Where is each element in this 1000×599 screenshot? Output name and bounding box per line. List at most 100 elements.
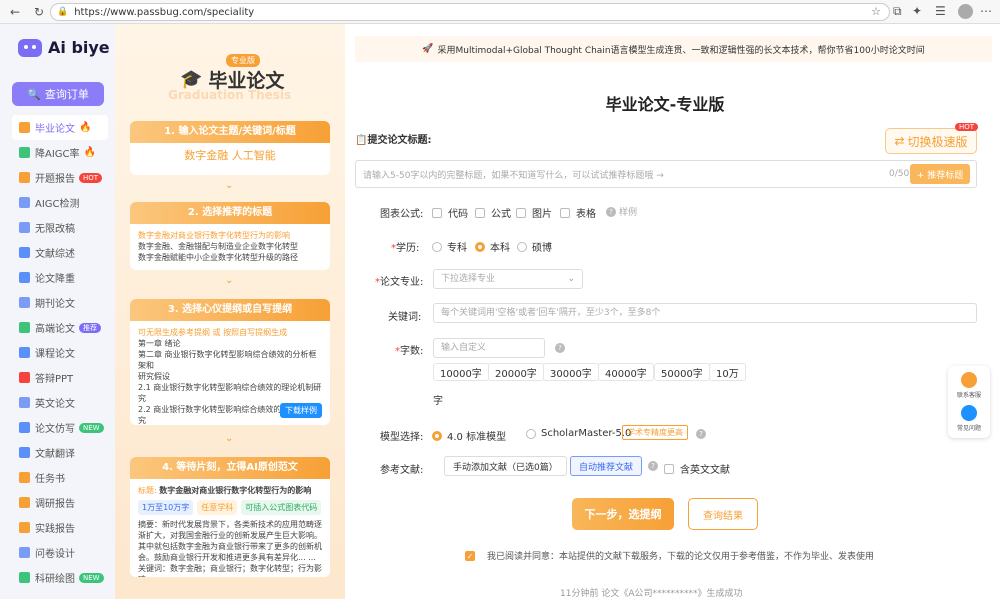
sample-abstract: 摘要：新时代发展背景下，各类新技术的应用范畴逐渐扩大，对我国金融行业的创新发展产… [138,520,322,562]
title-input[interactable]: 请输入5-50字以内的完整标题，如果不知道写什么，可以试试推荐标题哦 → [355,160,977,188]
menu-item-icon [19,247,30,258]
address-bar[interactable]: 🔒 https://www.passbug.com/speciality ☆ [50,3,890,21]
sample-help[interactable]: ? 样例 [606,205,637,218]
agreement-checkbox[interactable]: ✓ 我已阅读并同意：本站提供的文献下载服务，下载的论文仅用于参考借鉴，不作为毕业、… [465,549,874,562]
major-label: *论文专业: [375,277,424,288]
radio-junior-college[interactable]: 专科 [432,239,467,254]
menu-item-icon [19,297,30,308]
sidebar-item[interactable]: 科研绘图 NEW [12,565,108,590]
outline-line: 第一章 绪论 [138,339,181,348]
search-order-button[interactable]: 🔍 查询订单 [12,82,104,106]
sidebar-item-label: 期刊论文 [35,299,75,310]
recent-activity: 11分钟前 论文《A公司**********》生成成功 [560,589,743,599]
profile-avatar[interactable] [958,4,973,19]
menu-item-icon [19,172,30,183]
refresh-icon[interactable]: ↻ [30,3,48,21]
sidebar-item-label: 文献综述 [35,249,75,260]
favorites-icon[interactable]: ☰ [935,4,946,18]
radio-standard-model[interactable]: 4.0 标准模型 [432,428,506,443]
checkbox-code[interactable]: 代码 [432,205,468,220]
sidebar-item[interactable]: 论文降重 [12,265,108,290]
menu-badge: HOT [79,172,103,183]
word-count-input[interactable]: 输入自定义 [433,338,545,358]
step-1-content: 数字金融 人工智能 [184,149,276,162]
sidebar-item-label: 课程论文 [35,349,75,360]
word-count-option[interactable]: 50000字 [654,363,710,381]
sidebar-item[interactable]: 课程论文 [12,340,108,365]
chart-formula-label: 图表公式: [380,209,424,220]
checkbox-english-references[interactable]: 含英文文献 [664,461,730,476]
sidebar-item[interactable]: 论文仿写 NEW [12,415,108,440]
sidebar-item[interactable]: 毕业论文 🔥 [12,115,108,140]
faq-button[interactable]: 常见问题 [948,405,990,432]
word-count-option[interactable]: 10万 [709,363,746,381]
sidebar-item[interactable]: 文献翻译 [12,440,108,465]
word-count-option[interactable]: 30000字 [543,363,599,381]
sidebar-item[interactable]: 降AIGC率 🔥 [12,140,108,165]
lock-icon: 🔒 [57,7,69,17]
sidebar-item[interactable]: AIGC检测 [12,190,108,215]
sidebar-item-label: 文献翻译 [35,449,75,460]
sidebar-menu: 毕业论文 🔥 降AIGC率 🔥 开题报告 HOT AIGC检测 无限改稿文献综述论文降重期刊论… [12,115,108,590]
menu-item-icon [19,447,30,458]
checkbox-formula[interactable]: 公式 [475,205,511,220]
step-4-title: 4. 等待片刻，立得AI原创范文 [130,457,330,479]
question-icon[interactable]: ? [555,343,565,353]
sidebar-item[interactable]: 文献综述 [12,240,108,265]
question-icon[interactable]: ? [648,461,658,471]
sidebar-item[interactable]: 高端论文 推荐 [12,315,108,340]
sidebar-item[interactable]: 答辩PPT [12,365,108,390]
sample-paper-title: 数字金融对商业银行数字化转型行为的影响 [159,486,312,495]
switch-fast-button[interactable]: ⇄ 切换极速版 [885,128,977,154]
panel-title: 🎓 毕业论文 [180,66,284,93]
sidebar-item[interactable]: 英文论文 [12,390,108,415]
recommend-title-button[interactable]: + 推荐标题 [910,164,970,184]
feature-banner: 🚀 采用Multimodal+Global Thought Chain语言模型生… [355,36,992,62]
brand-logo[interactable]: Ai biye [18,38,110,57]
sidebar-item[interactable]: 开题报告 HOT [12,165,108,190]
star-icon[interactable]: ☆ [871,5,881,18]
back-icon[interactable]: ← [6,3,24,21]
menu-item-icon [19,347,30,358]
major-select[interactable]: 下拉选择专业 ⌄ [433,269,583,289]
keyword-input[interactable]: 每个关键词用'空格'或者'回车'隔开，至少3个，至多8个 [433,303,977,323]
sidebar-item-label: 论文仿写 [35,424,75,435]
radio-scholarmaster[interactable]: ScholarMaster-5.0 [526,428,631,439]
menu-item-icon [19,497,30,508]
tag-word-range: 1万至10万字 [138,500,194,515]
sidebar-item[interactable]: 无限改稿 [12,215,108,240]
hot-badge: HOT [955,123,979,131]
sidebar-item[interactable]: 问卷设计 [12,540,108,565]
checkbox-table[interactable]: 表格 [560,205,596,220]
next-step-button[interactable]: 下一步，选提纲 [572,498,674,530]
step-3-card: 3. 选择心仪提纲或自写提纲 可无限生成参考提纲 或 按照自写提纲生成 第一章 … [130,299,330,425]
sidebar-item[interactable]: 调研报告 [12,490,108,515]
split-icon[interactable]: ⧉ [893,4,902,19]
outline-line: 研究假设 [138,372,170,381]
word-count-option[interactable]: 40000字 [598,363,654,381]
sidebar-item-label: 高端论文 [35,324,75,335]
word-count-option[interactable]: 10000字 [433,363,489,381]
references-label: 参考文献: [380,465,424,476]
tag-insert-formula: 可插入公式图表代码 [241,500,322,515]
more-icon[interactable]: ⋯ [980,4,992,18]
extension-icon[interactable]: ✦ [912,4,922,18]
contact-service-button[interactable]: 联系客服 [948,372,990,399]
sidebar-item[interactable]: 期刊论文 [12,290,108,315]
question-icon[interactable]: ? [696,429,706,439]
word-count-option[interactable]: 20000字 [488,363,544,381]
auto-recommend-references-button[interactable]: 自动推荐文献 [570,456,643,476]
menu-badge: NEW [79,422,104,433]
query-results-button[interactable]: 查询结果 [688,498,758,530]
question-icon: ? [606,206,616,217]
sidebar-item[interactable]: 实践报告 [12,515,108,540]
menu-item-icon [19,422,30,433]
checkbox-image[interactable]: 图片 [516,205,552,220]
radio-master-phd[interactable]: 硕博 [517,239,552,254]
radio-bachelor[interactable]: 本科 [475,239,510,254]
search-icon: 🔍 [27,87,41,101]
manual-add-references-button[interactable]: 手动添加文献（已选0篇） [444,456,567,476]
download-sample-button[interactable]: 下载样例 [280,403,322,418]
sidebar-item[interactable]: 任务书 [12,465,108,490]
menu-item-icon [19,322,30,333]
